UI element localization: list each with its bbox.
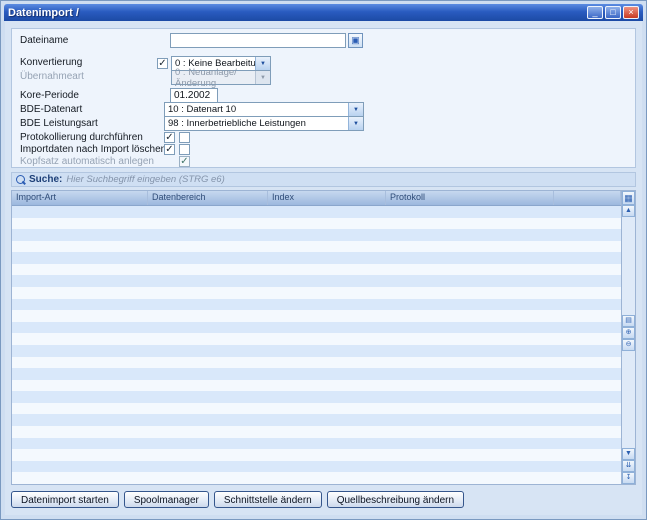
search-bar[interactable]: Suche: Hier Suchbegriff eingeben (STRG e… — [11, 172, 636, 187]
column-header-index[interactable]: Index — [268, 191, 386, 205]
konvertierung-checkbox[interactable]: ✓ — [157, 58, 168, 69]
table-body — [12, 206, 621, 484]
table-row[interactable] — [12, 380, 621, 392]
table-row[interactable] — [12, 333, 621, 345]
search-placeholder[interactable]: Hier Suchbegriff eingeben (STRG e6) — [66, 174, 224, 185]
table-row[interactable] — [12, 345, 621, 357]
chevron-down-icon[interactable]: ▼ — [348, 117, 363, 130]
table-row[interactable] — [12, 449, 621, 461]
table-row[interactable] — [12, 241, 621, 253]
grid-header: Import-Art Datenbereich Index Protokoll — [12, 191, 621, 206]
table-row[interactable] — [12, 299, 621, 311]
view-icon[interactable]: ▤ — [622, 315, 635, 327]
kore-periode-label: Kore-Periode — [20, 90, 79, 101]
konvertierung-label: Konvertierung — [20, 57, 82, 68]
spoolmanager-button[interactable]: Spoolmanager — [124, 491, 209, 508]
table-row[interactable] — [12, 461, 621, 473]
content-area: Dateiname ▣ Konvertierung ✓ 0 : Keine Be… — [5, 21, 642, 515]
bde-leistungsart-label: BDE Leistungsart — [20, 118, 98, 129]
search-icon — [16, 175, 25, 184]
table-row[interactable] — [12, 218, 621, 230]
importdaten-checkbox[interactable]: ✓ — [164, 144, 175, 155]
action-button-row: Datenimport starten Spoolmanager Schnitt… — [11, 491, 464, 508]
schnittstelle-aendern-button[interactable]: Schnittstelle ändern — [214, 491, 322, 508]
table-row[interactable] — [12, 206, 621, 218]
importdaten-label: Importdaten nach Import löschen — [20, 144, 166, 155]
table-row[interactable] — [12, 368, 621, 380]
dateiname-label: Dateiname — [20, 35, 68, 46]
scroll-down-icon[interactable]: ▼ — [622, 448, 635, 460]
bde-datenart-value: 10 : Datenart 10 — [168, 104, 236, 115]
search-label: Suche: — [29, 174, 62, 185]
column-header-datenbereich[interactable]: Datenbereich — [148, 191, 268, 205]
close-icon[interactable]: × — [623, 6, 639, 19]
zoom-in-icon[interactable]: ⊕ — [622, 327, 635, 339]
dateiname-input[interactable] — [170, 33, 346, 48]
protokollierung-extra-checkbox[interactable] — [179, 132, 190, 143]
grid-options-icon[interactable]: ▦ — [622, 191, 635, 205]
minimize-icon[interactable]: _ — [587, 6, 603, 19]
table-row[interactable] — [12, 310, 621, 322]
import-form-panel: Dateiname ▣ Konvertierung ✓ 0 : Keine Be… — [11, 28, 636, 168]
go-last-icon[interactable]: ↧ — [622, 472, 635, 484]
kopfsatz-checkbox: ✓ — [179, 156, 190, 167]
maximize-icon[interactable]: □ — [605, 6, 621, 19]
column-header-import-art[interactable]: Import-Art — [12, 191, 148, 205]
table-row[interactable] — [12, 287, 621, 299]
table-row[interactable] — [12, 391, 621, 403]
table-row[interactable] — [12, 357, 621, 369]
column-header-protokoll[interactable]: Protokoll — [386, 191, 554, 205]
uebernahmeart-select: 0 : Neuanlage/Änderung ▼ — [171, 70, 271, 85]
chevron-down-icon[interactable]: ▼ — [348, 103, 363, 116]
titlebar[interactable]: Datenimport / _ □ × — [4, 4, 643, 21]
table-row[interactable] — [12, 322, 621, 334]
scroll-up-icon[interactable]: ▲ — [622, 205, 635, 217]
browse-icon[interactable]: ▣ — [348, 33, 363, 48]
importdaten-extra-checkbox[interactable] — [179, 144, 190, 155]
app-window: Datenimport / _ □ × Dateiname ▣ Konverti… — [0, 0, 647, 520]
scrollbar-track-upper[interactable] — [622, 217, 635, 315]
window-title: Datenimport / — [8, 7, 79, 19]
bde-datenart-label: BDE-Datenart — [20, 104, 82, 115]
table-row[interactable] — [12, 472, 621, 484]
table-row[interactable] — [12, 252, 621, 264]
protokollierung-checkbox[interactable]: ✓ — [164, 132, 175, 143]
table-row[interactable] — [12, 414, 621, 426]
chevron-down-icon: ▼ — [255, 71, 270, 84]
bde-leistungsart-select[interactable]: 98 : Innerbetriebliche Leistungen ▼ — [164, 116, 364, 131]
bde-datenart-select[interactable]: 10 : Datenart 10 ▼ — [164, 102, 364, 117]
table-row[interactable] — [12, 264, 621, 276]
table-row[interactable] — [12, 229, 621, 241]
table-row[interactable] — [12, 403, 621, 415]
table-row[interactable] — [12, 275, 621, 287]
column-header-filler — [554, 191, 621, 205]
datenimport-starten-button[interactable]: Datenimport starten — [11, 491, 119, 508]
scrollbar-track-lower[interactable] — [622, 351, 635, 449]
kore-periode-input[interactable] — [170, 88, 218, 103]
table-row[interactable] — [12, 438, 621, 450]
vertical-scrollbar[interactable]: ▦ ▲ ▤ ⊕ ⊖ ▼ ⇊ ↧ — [621, 191, 635, 484]
result-grid: Import-Art Datenbereich Index Protokoll … — [11, 190, 636, 485]
page-down-icon[interactable]: ⇊ — [622, 460, 635, 472]
uebernahmeart-label: Übernahmeart — [20, 71, 84, 82]
window-controls: _ □ × — [587, 6, 639, 19]
kopfsatz-label: Kopfsatz automatisch anlegen — [20, 156, 154, 167]
zoom-out-icon[interactable]: ⊖ — [622, 339, 635, 351]
grid-main: Import-Art Datenbereich Index Protokoll — [12, 191, 621, 484]
protokollierung-label: Protokollierung durchführen — [20, 132, 143, 143]
quellbeschreibung-aendern-button[interactable]: Quellbeschreibung ändern — [327, 491, 464, 508]
table-row[interactable] — [12, 426, 621, 438]
bde-leistungsart-value: 98 : Innerbetriebliche Leistungen — [168, 118, 306, 129]
